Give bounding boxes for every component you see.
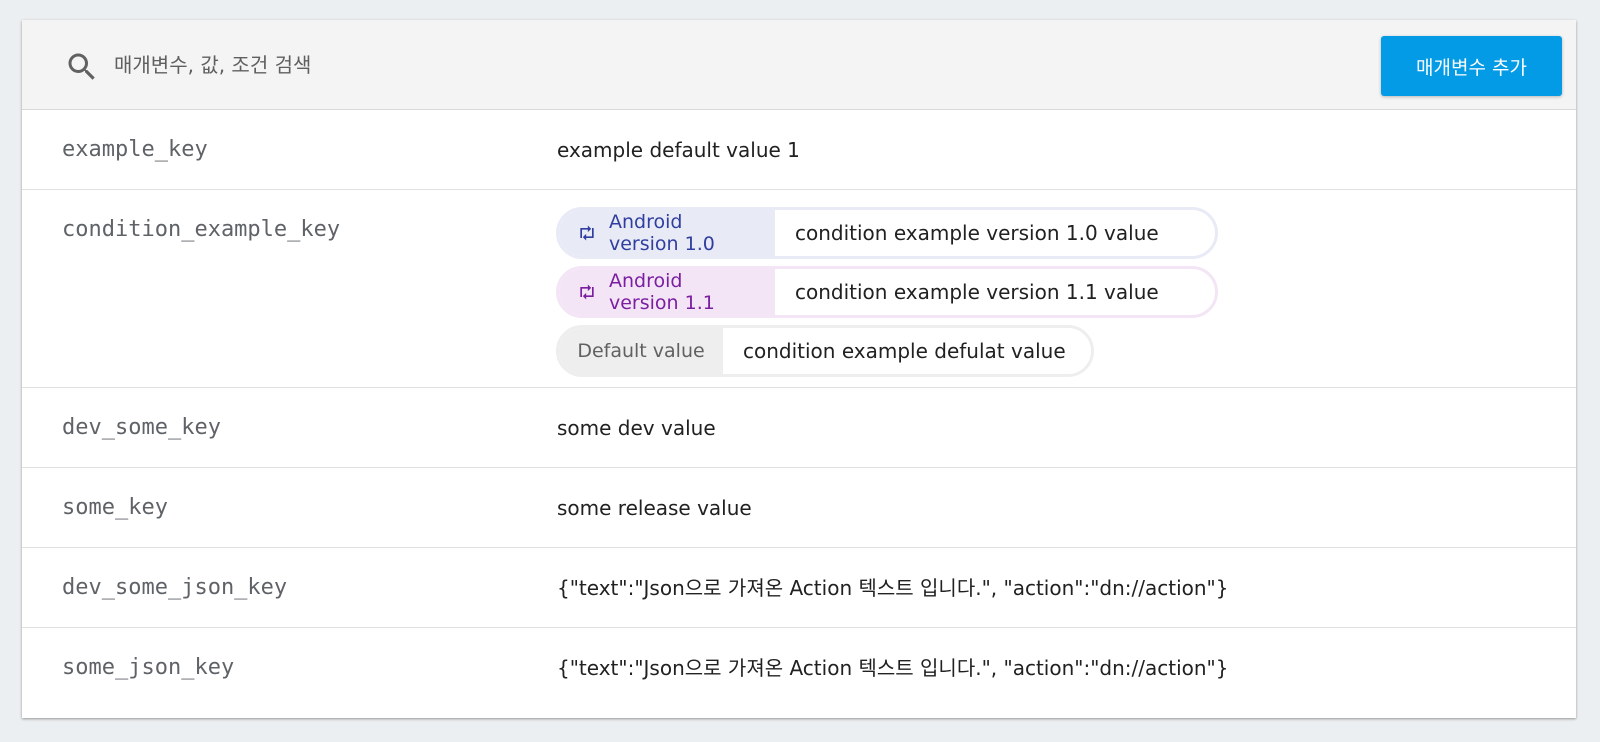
param-value: some release value: [557, 496, 752, 520]
default-value-pill[interactable]: Default value condition example defulat …: [556, 325, 1094, 377]
condition-label: Android version 1.1: [559, 269, 775, 315]
condition-branch-icon: [580, 225, 594, 241]
add-parameter-button[interactable]: 매개변수 추가: [1381, 36, 1562, 96]
param-value: some dev value: [557, 416, 716, 440]
param-value: {"text":"Json으로 가져온 Action 텍스트 입니다.", "a…: [557, 656, 1229, 680]
default-value: condition example defulat value: [723, 328, 1088, 374]
condition-value-pill[interactable]: Android version 1.1 condition example ve…: [556, 266, 1218, 318]
condition-value: condition example version 1.0 value: [775, 210, 1181, 256]
condition-value-pill[interactable]: Android version 1.0 condition example ve…: [556, 207, 1218, 259]
default-label: Default value: [559, 328, 723, 374]
param-row[interactable]: some_key some release value: [22, 468, 1576, 548]
param-value: {"text":"Json으로 가져온 Action 텍스트 입니다.", "a…: [557, 576, 1229, 600]
condition-branch-icon: [580, 284, 594, 300]
param-key: dev_some_key: [62, 415, 221, 440]
param-row[interactable]: some_json_key {"text":"Json으로 가져온 Action…: [22, 628, 1576, 708]
condition-value: condition example version 1.1 value: [775, 269, 1181, 315]
search-toolbar: 매개변수 추가: [22, 20, 1576, 110]
param-key: example_key: [62, 137, 208, 162]
search-icon: [68, 53, 95, 80]
param-value: example default value 1: [557, 138, 800, 162]
condition-name: Android version 1.1: [609, 270, 715, 314]
condition-label: Android version 1.0: [559, 210, 775, 256]
param-key: dev_some_json_key: [62, 575, 288, 600]
param-key: condition_example_key: [62, 217, 341, 242]
param-key: some_json_key: [62, 655, 235, 680]
param-row[interactable]: dev_some_key some dev value: [22, 388, 1576, 468]
param-row[interactable]: example_key example default value 1: [22, 110, 1576, 190]
param-key: some_key: [62, 495, 168, 520]
condition-name: Android version 1.0: [609, 211, 715, 255]
param-row[interactable]: dev_some_json_key {"text":"Json으로 가져온 Ac…: [22, 548, 1576, 628]
search-input[interactable]: [114, 46, 1014, 84]
